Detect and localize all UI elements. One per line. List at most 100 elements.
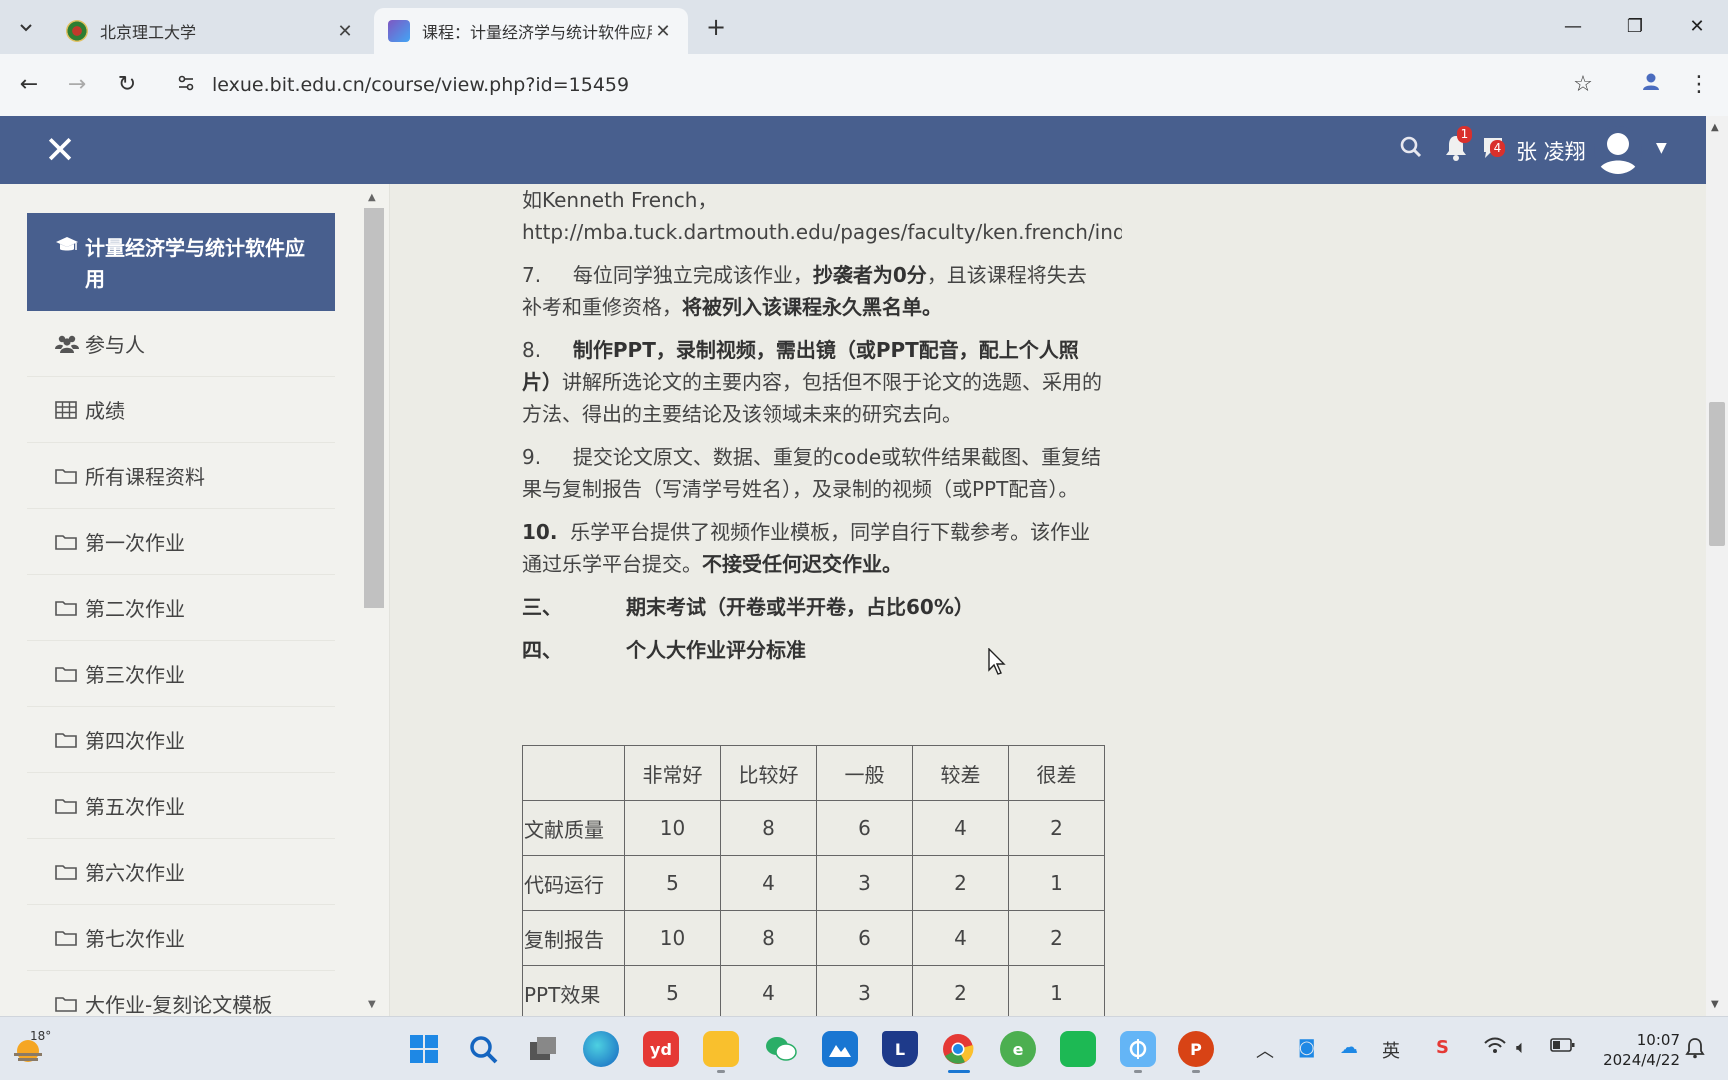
lexue-favicon-icon	[388, 20, 410, 42]
table-icon	[55, 400, 85, 419]
settings-app-icon[interactable]	[1120, 1031, 1156, 1067]
browser-menu-icon[interactable]: ⋮	[1682, 68, 1716, 102]
item-text: 讲解所选论文的主要内容，包括但不限于论文的选题、采用的方法、得出的主要结论及该领…	[522, 370, 1102, 426]
taskbar-search-icon[interactable]	[465, 1031, 501, 1067]
column-header: 一般	[816, 745, 913, 801]
minimize-button[interactable]: —	[1548, 10, 1598, 44]
new-tab-button[interactable]: +	[700, 12, 732, 44]
running-indicator	[1192, 1070, 1200, 1073]
restore-button[interactable]: ❐	[1610, 10, 1660, 44]
column-header: 比较好	[720, 745, 817, 801]
wechat-icon[interactable]	[763, 1031, 799, 1067]
drawer-item-label: 第六次作业	[85, 861, 185, 885]
url-text: lexue.bit.edu.cn/course/view.php?id=1545…	[212, 74, 630, 96]
tab-course[interactable]: 课程：计量经济学与统计软件应用 ✕	[374, 8, 688, 54]
section-title: 个人大作业评分标准	[626, 638, 806, 662]
bookmark-star-icon[interactable]: ☆	[1566, 68, 1600, 102]
tab-bit[interactable]: 北京理工大学 ✕	[52, 8, 370, 54]
drawer-item-homework-2[interactable]: 第二次作业	[27, 575, 335, 641]
reload-button[interactable]: ↻	[110, 68, 144, 102]
powerpoint-icon[interactable]: P	[1178, 1031, 1214, 1067]
task-view-icon[interactable]	[525, 1031, 561, 1067]
table-cell: 10	[624, 910, 721, 966]
window-close-button[interactable]: ✕	[1672, 10, 1722, 44]
green-app-icon[interactable]	[1060, 1031, 1096, 1067]
tray-overflow-chevron-icon[interactable]: ︿	[1256, 1037, 1274, 1063]
tab-close-icon[interactable]: ✕	[334, 21, 356, 42]
taskbar-clock[interactable]: 10:07 2024/4/22	[1596, 1030, 1680, 1070]
wifi-icon[interactable]	[1484, 1037, 1506, 1060]
drawer-scrollbar-thumb[interactable]	[364, 208, 384, 608]
tab-close-icon[interactable]: ✕	[652, 21, 674, 42]
section-number: 三、	[522, 595, 562, 619]
table-cell: 4	[720, 965, 817, 1016]
intro-link[interactable]: http://mba.tuck.dartmouth.edu/pages/facu…	[522, 216, 1122, 248]
table-cell: 4	[720, 855, 817, 911]
message-count-badge: 4	[1490, 140, 1505, 157]
windows-start-icon[interactable]	[406, 1031, 442, 1067]
drawer-item-homework-7[interactable]: 第七次作业	[27, 905, 335, 971]
scroll-up-arrow-icon[interactable]: ▲	[1711, 122, 1719, 133]
column-header: 非常好	[624, 745, 721, 801]
item-number: 9.	[522, 445, 542, 469]
user-avatar[interactable]	[1594, 126, 1642, 174]
drawer-item-homework-3[interactable]: 第三次作业	[27, 641, 335, 707]
forward-button[interactable]: →	[60, 68, 94, 102]
user-menu-caret-icon[interactable]: ▼	[1656, 140, 1667, 156]
drawer-item-label: 第五次作业	[85, 795, 185, 819]
drawer-item-label: 第七次作业	[85, 927, 185, 951]
drawer-item-label: 成绩	[85, 399, 125, 423]
page-scrollbar-thumb[interactable]	[1709, 402, 1725, 546]
back-button[interactable]: ←	[12, 68, 46, 102]
drawer-item-homework-5[interactable]: 第五次作业	[27, 773, 335, 839]
table-row: 复制报告 10 8 6 4 2	[522, 910, 1105, 966]
drawer-item-participants[interactable]: 参与人	[27, 311, 335, 377]
site-settings-icon[interactable]	[166, 73, 206, 98]
security-shield-icon[interactable]: L	[882, 1031, 918, 1067]
table-row: 代码运行 5 4 3 2 1	[522, 855, 1105, 911]
tab-search-button[interactable]	[8, 10, 44, 44]
table-cell: 6	[816, 800, 913, 856]
page-scrollbar[interactable]: ▲ ▼	[1706, 116, 1728, 1016]
drawer-item-grades[interactable]: 成绩	[27, 377, 335, 443]
ime-language-indicator[interactable]: 英	[1382, 1037, 1400, 1063]
drawer-item-project-template[interactable]: 大作业-复刻论文模板	[27, 971, 335, 1016]
youdao-dict-icon[interactable]: yd	[643, 1031, 679, 1067]
user-name[interactable]: 张 凌翔	[1516, 136, 1586, 166]
drawer-item-homework-6[interactable]: 第六次作业	[27, 839, 335, 905]
table-cell: 8	[720, 800, 817, 856]
volume-icon[interactable]: 🔈︎	[1516, 1037, 1527, 1058]
drawer-scroll-down-icon[interactable]: ▼	[368, 999, 376, 1010]
clock-date: 2024/4/22	[1603, 1051, 1680, 1069]
drawer-item-label: 第三次作业	[85, 663, 185, 687]
drawer-scrollbar[interactable]: ▲ ▼	[362, 184, 384, 1016]
windows-taskbar: 18° yd L e P ︿ ◙ ☁ 英 S 🔈︎ 10:07 2024/4/2…	[0, 1016, 1728, 1080]
tray-app-icon[interactable]: ◙	[1298, 1037, 1315, 1058]
section-grading-criteria: 四、 个人大作业评分标准	[522, 634, 1102, 666]
drawer-item-all-materials[interactable]: 所有课程资料	[27, 443, 335, 509]
drawer-scroll-up-icon[interactable]: ▲	[368, 192, 376, 203]
onedrive-icon[interactable]: ☁	[1340, 1037, 1358, 1058]
drawer-item-homework-1[interactable]: 第一次作业	[27, 509, 335, 575]
close-drawer-icon[interactable]: ✕	[40, 130, 80, 170]
battery-icon[interactable]	[1550, 1037, 1576, 1058]
folder-icon	[55, 929, 85, 947]
notifications-bell-icon[interactable]: 1	[1443, 126, 1473, 164]
scroll-down-arrow-icon[interactable]: ▼	[1711, 999, 1719, 1010]
browser-360-icon[interactable]: e	[1000, 1031, 1036, 1067]
edge-browser-icon[interactable]	[583, 1031, 619, 1067]
notification-center-icon[interactable]	[1684, 1037, 1706, 1064]
address-bar[interactable]: lexue.bit.edu.cn/course/view.php?id=1545…	[166, 62, 1586, 108]
mail-app-icon[interactable]	[822, 1031, 858, 1067]
item-emphasis: 将被列入该课程永久黑名单。	[682, 295, 942, 319]
file-explorer-icon[interactable]	[703, 1031, 739, 1067]
messages-icon[interactable]: 4	[1480, 134, 1514, 164]
profile-icon[interactable]	[1634, 68, 1668, 102]
sogou-ime-icon[interactable]: S	[1436, 1037, 1449, 1058]
chrome-browser-icon[interactable]	[940, 1031, 976, 1067]
drawer-item-homework-4[interactable]: 第四次作业	[27, 707, 335, 773]
search-icon[interactable]	[1398, 134, 1428, 164]
drawer-course-home[interactable]: 计量经济学与统计软件应用	[27, 213, 335, 311]
browser-tab-strip: 北京理工大学 ✕ 课程：计量经济学与统计软件应用 ✕ + — ❐ ✕	[0, 0, 1728, 54]
table-row: 文献质量 10 8 6 4 2	[522, 800, 1105, 856]
